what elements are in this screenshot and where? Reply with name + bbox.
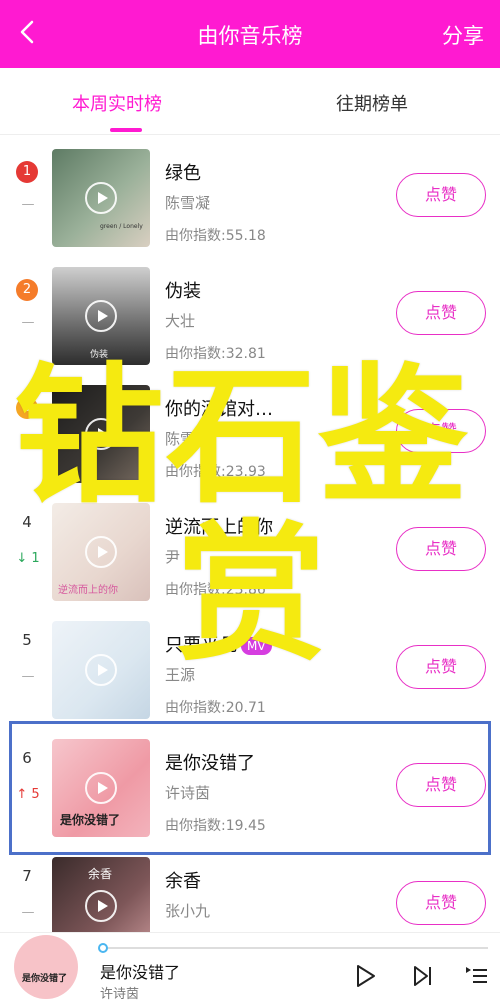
song-title: 余香 (165, 871, 201, 892)
artist-name: 许诗茵 (165, 784, 211, 802)
song-title: 只要平凡 MV (165, 631, 272, 657)
artist-name: 陈雪凝 (165, 194, 211, 212)
play-icon[interactable] (352, 963, 378, 989)
tab-past-charts[interactable]: 往期榜单 (336, 90, 408, 116)
popularity-index: 由你指数:32.81 (165, 346, 266, 362)
rank-number: 7 (22, 867, 32, 885)
album-cover[interactable] (52, 385, 150, 483)
album-cover[interactable]: 伪装 (52, 267, 150, 365)
rank-number: 6 (22, 749, 32, 767)
player-song-title: 是你没错了 (100, 963, 181, 982)
song-row-4[interactable]: 4 ↓ 1 逆流而上的你 逆流而上的你 尹 由你指数:23.86 点赞 (0, 491, 500, 609)
share-button[interactable]: 分享 (442, 20, 484, 50)
trend-indicator: — (21, 669, 35, 684)
rank-number: 5 (22, 631, 32, 649)
artist-name: 大壮 (165, 312, 196, 330)
play-icon[interactable] (85, 890, 117, 922)
play-icon[interactable] (85, 772, 117, 804)
like-button[interactable]: 点赞 (396, 409, 486, 453)
trend-indicator: — (21, 197, 35, 212)
play-icon[interactable] (85, 418, 117, 450)
artist-name: 尹 (165, 548, 181, 566)
song-row-1[interactable]: 1 — green / Lonely 绿色 陈雪凝 由你指数:55.18 点赞 (0, 137, 500, 255)
song-row-2[interactable]: 2 — 伪装 伪装 大壮 由你指数:32.81 点赞 (0, 255, 500, 373)
song-title: 伪装 (165, 281, 201, 302)
play-icon[interactable] (85, 654, 117, 686)
artist-name: 王源 (165, 666, 196, 684)
rank-badge: 2 (16, 279, 38, 301)
album-cover[interactable]: 逆流而上的你 (52, 503, 150, 601)
trend-indicator: ↑ 5 (16, 787, 40, 802)
song-title: 是你没错了 (165, 753, 255, 774)
like-button[interactable]: 点赞 (396, 645, 486, 689)
song-title: 你的酒馆对… (165, 399, 273, 420)
popularity-index: 由你指数:19.45 (165, 818, 266, 834)
popularity-index: 由你指数:55.18 (165, 228, 266, 244)
cover-text: 是你没错了 (60, 813, 121, 827)
song-title: 绿色 (165, 163, 201, 184)
song-title-text: 只要平凡 (165, 635, 237, 656)
next-track-icon[interactable] (410, 963, 436, 989)
popularity-index: 由你指数:23.86 (165, 582, 266, 598)
artist-name: 陈雪凝 (165, 430, 211, 448)
song-row-5[interactable]: 5 — 只要平凡 MV 王源 由你指数:20.71 点赞 (0, 609, 500, 727)
like-button[interactable]: 点赞 (396, 173, 486, 217)
cover-text: 伪装 (90, 350, 109, 360)
album-cover[interactable] (52, 621, 150, 719)
like-button[interactable]: 点赞 (396, 881, 486, 925)
trend-indicator: — (21, 315, 35, 330)
progress-track[interactable] (100, 947, 488, 949)
mv-badge[interactable]: MV (241, 637, 272, 655)
page-title: 由你音乐榜 (197, 24, 303, 48)
cover-text: green / Lonely (100, 223, 143, 230)
trend-indicator: ↑ (22, 433, 34, 448)
song-row-6[interactable]: 6 ↑ 5 是你没错了 是你没错了 许诗茵 由你指数:19.45 点赞 (0, 727, 500, 845)
cover-text: 余香 (88, 867, 113, 881)
active-tab-indicator (110, 128, 142, 132)
top-bar: 由你音乐榜 分享 (0, 0, 500, 68)
album-cover[interactable]: 是你没错了 (52, 739, 150, 837)
player-cover[interactable]: 是你没错了 (14, 935, 78, 999)
popularity-index: 由你指数:20.71 (165, 700, 266, 716)
progress-knob[interactable] (98, 943, 108, 953)
album-cover[interactable]: green / Lonely (52, 149, 150, 247)
player-cover-text: 是你没错了 (22, 974, 68, 984)
rank-badge: 3 (16, 397, 38, 419)
trend-indicator: ↓ 1 (16, 551, 40, 566)
play-icon[interactable] (85, 182, 117, 214)
like-button[interactable]: 点赞 (396, 527, 486, 571)
player-artist: 许诗茵 (100, 987, 140, 1002)
rank-badge: 1 (16, 161, 38, 183)
artist-name: 张小九 (165, 902, 211, 920)
play-icon[interactable] (85, 300, 117, 332)
cover-text: 逆流而上的你 (58, 585, 118, 596)
tab-this-week[interactable]: 本周实时榜 (72, 90, 162, 116)
like-button[interactable]: 点赞 (396, 763, 486, 807)
song-row-3[interactable]: 3 ↑ 你的酒馆对… 陈雪凝 由你指数:23.93 点赞 (0, 373, 500, 491)
play-icon[interactable] (85, 536, 117, 568)
song-title: 逆流而上的你 (165, 517, 273, 538)
playlist-icon[interactable] (464, 963, 490, 989)
trend-indicator: — (21, 905, 35, 920)
rank-number: 4 (22, 513, 32, 531)
like-button[interactable]: 点赞 (396, 291, 486, 335)
popularity-index: 由你指数:23.93 (165, 464, 266, 480)
chart-tabs: 本周实时榜 往期榜单 (0, 68, 500, 135)
mini-player[interactable]: 是你没错了 是你没错了 许诗茵 (0, 932, 500, 1002)
